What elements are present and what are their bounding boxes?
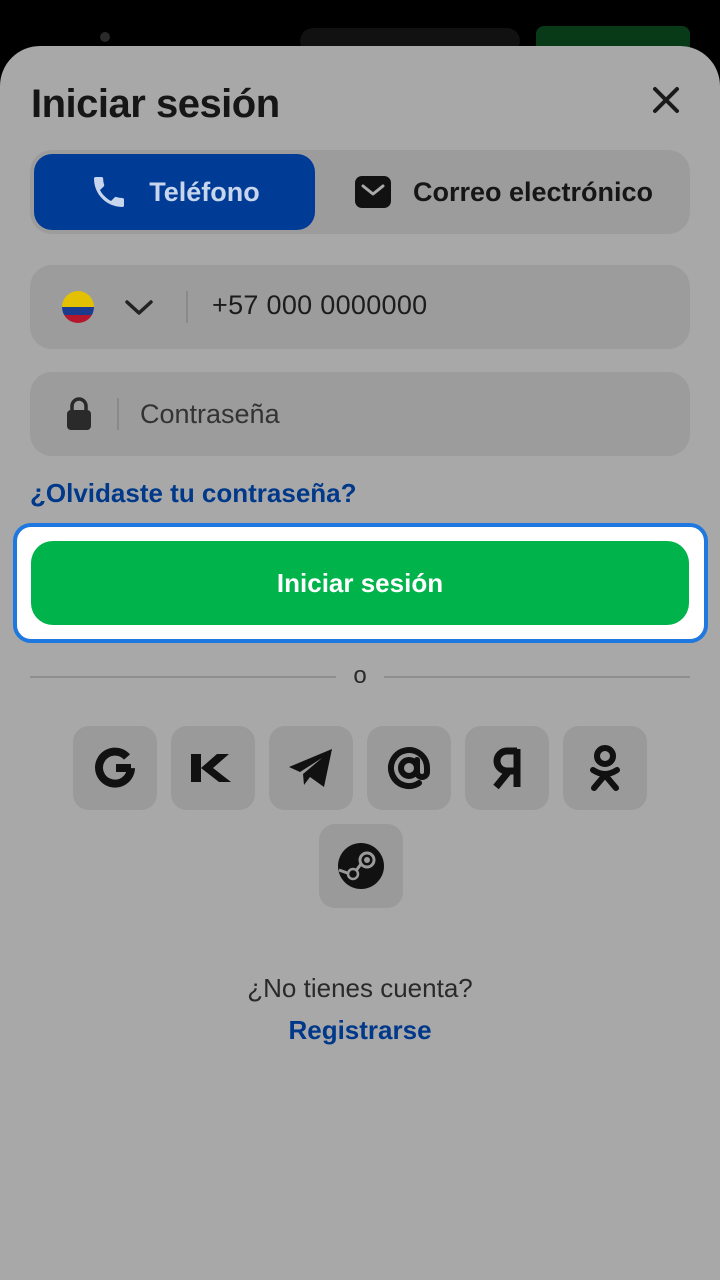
page-title: Iniciar sesión bbox=[31, 82, 280, 126]
tab-email[interactable]: Correo electrónico bbox=[320, 154, 686, 230]
phone-icon bbox=[94, 177, 125, 207]
lock-icon bbox=[67, 397, 91, 430]
field-separator bbox=[186, 291, 188, 323]
password-field bbox=[30, 372, 690, 456]
yandex-icon bbox=[493, 747, 521, 790]
field-separator bbox=[117, 398, 119, 430]
steam-login-button[interactable] bbox=[319, 824, 403, 908]
forgot-password-link[interactable]: ¿Olvidaste tu contraseña? bbox=[30, 478, 357, 509]
google-icon bbox=[95, 747, 135, 788]
steam-icon bbox=[338, 843, 384, 889]
mail-ru-login-button[interactable] bbox=[367, 726, 451, 810]
telegram-icon bbox=[289, 749, 332, 787]
divider-line-right bbox=[384, 676, 690, 678]
chevron-down-icon bbox=[125, 300, 153, 315]
close-icon bbox=[653, 87, 679, 113]
odnoklassniki-icon bbox=[590, 745, 620, 791]
login-button[interactable]: Iniciar sesión bbox=[31, 541, 689, 625]
login-sheet: Iniciar sesión Teléfono Correo electróni… bbox=[0, 46, 720, 1280]
divider-line-left bbox=[30, 676, 336, 678]
no-account-text: ¿No tienes cuenta? bbox=[247, 973, 473, 1003]
country-selector[interactable] bbox=[124, 293, 154, 326]
mail-icon bbox=[354, 176, 391, 208]
vk-login-button[interactable] bbox=[171, 726, 255, 810]
divider-text: o bbox=[353, 662, 367, 689]
register-link[interactable]: Registrarse bbox=[0, 1015, 720, 1046]
close-button[interactable] bbox=[644, 78, 688, 122]
tab-phone[interactable]: Teléfono bbox=[34, 154, 315, 230]
login-method-tabs: Teléfono Correo electrónico bbox=[30, 150, 690, 234]
colombia-flag-icon bbox=[62, 291, 94, 323]
tab-email-label: Correo electrónico bbox=[412, 176, 654, 207]
vk-icon bbox=[191, 754, 231, 782]
password-input[interactable] bbox=[140, 394, 660, 434]
tab-phone-label: Teléfono bbox=[149, 176, 260, 207]
phone-input[interactable]: +57 000 0000000 bbox=[212, 290, 427, 321]
status-bar-camera bbox=[100, 32, 110, 42]
mail-ru-icon bbox=[388, 747, 430, 790]
telegram-login-button[interactable] bbox=[269, 726, 353, 810]
google-login-button[interactable] bbox=[73, 726, 157, 810]
yandex-login-button[interactable] bbox=[465, 726, 549, 810]
odnoklassniki-login-button[interactable] bbox=[563, 726, 647, 810]
phone-field: +57 000 0000000 bbox=[30, 265, 690, 349]
